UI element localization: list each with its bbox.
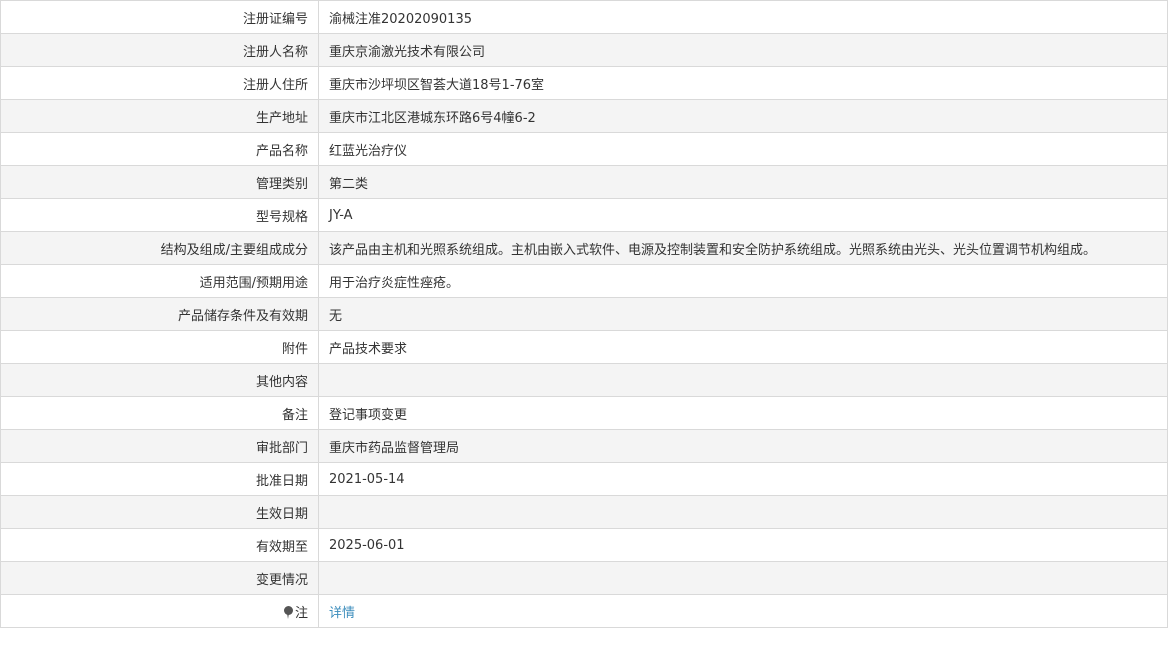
row-change-status: 变更情况 [0, 561, 1168, 595]
field-label: 其他内容 [0, 363, 319, 397]
row-model-spec: 型号规格 JY-A [0, 198, 1168, 232]
details-link[interactable]: 详情 [329, 606, 355, 621]
row-management-class: 管理类别 第二类 [0, 165, 1168, 199]
field-value: JY-A [318, 198, 1168, 232]
field-label: 管理类别 [0, 165, 319, 199]
field-value: 该产品由主机和光照系统组成。主机由嵌入式软件、电源及控制装置和安全防护系统组成。… [318, 231, 1168, 265]
field-label: 注册人名称 [0, 33, 319, 67]
field-label: 产品储存条件及有效期 [0, 297, 319, 331]
field-label: 变更情况 [0, 561, 319, 595]
note-label: 注 [294, 605, 308, 621]
row-approval-date: 批准日期 2021-05-14 [0, 462, 1168, 496]
row-note: 注 详情 [0, 594, 1168, 628]
row-storage-validity: 产品储存条件及有效期 无 [0, 297, 1168, 331]
field-value: 2021-05-14 [318, 462, 1168, 496]
row-production-address: 生产地址 重庆市江北区港城东环路6号4幢6-2 [0, 99, 1168, 133]
field-value: 重庆市药品监督管理局 [318, 429, 1168, 463]
row-effective-date: 生效日期 [0, 495, 1168, 529]
field-label: 注册证编号 [0, 0, 319, 34]
field-value: 用于治疗炎症性痤疮。 [318, 264, 1168, 298]
field-value: 第二类 [318, 165, 1168, 199]
row-registration-number: 注册证编号 渝械注准20202090135 [0, 0, 1168, 34]
row-registrant-name: 注册人名称 重庆京渝激光技术有限公司 [0, 33, 1168, 67]
row-valid-until: 有效期至 2025-06-01 [0, 528, 1168, 562]
field-value: 重庆市江北区港城东环路6号4幢6-2 [318, 99, 1168, 133]
field-value: 产品技术要求 [318, 330, 1168, 364]
row-approval-department: 审批部门 重庆市药品监督管理局 [0, 429, 1168, 463]
row-product-name: 产品名称 红蓝光治疗仪 [0, 132, 1168, 166]
row-attachment: 附件 产品技术要求 [0, 330, 1168, 364]
row-intended-use: 适用范围/预期用途 用于治疗炎症性痤疮。 [0, 264, 1168, 298]
field-value [318, 561, 1168, 595]
field-label: 型号规格 [0, 198, 319, 232]
field-value [318, 363, 1168, 397]
field-value [318, 495, 1168, 529]
field-label: 适用范围/预期用途 [0, 264, 319, 298]
field-label: 产品名称 [0, 132, 319, 166]
registration-detail-table: 注册证编号 渝械注准20202090135 注册人名称 重庆京渝激光技术有限公司… [0, 0, 1168, 628]
field-label: 备注 [0, 396, 319, 430]
note-label-cell: 注 [0, 594, 319, 628]
field-value: 红蓝光治疗仪 [318, 132, 1168, 166]
field-value: 重庆市沙坪坝区智荟大道18号1-76室 [318, 66, 1168, 100]
field-label: 附件 [0, 330, 319, 364]
row-other-content: 其他内容 [0, 363, 1168, 397]
note-value-cell: 详情 [318, 594, 1168, 628]
field-label: 有效期至 [0, 528, 319, 562]
pin-icon [283, 605, 293, 619]
row-remarks: 备注 登记事项变更 [0, 396, 1168, 430]
field-label: 生效日期 [0, 495, 319, 529]
field-value: 2025-06-01 [318, 528, 1168, 562]
field-value: 无 [318, 297, 1168, 331]
field-value: 重庆京渝激光技术有限公司 [318, 33, 1168, 67]
field-label: 审批部门 [0, 429, 319, 463]
field-label: 注册人住所 [0, 66, 319, 100]
row-registrant-address: 注册人住所 重庆市沙坪坝区智荟大道18号1-76室 [0, 66, 1168, 100]
field-label: 结构及组成/主要组成成分 [0, 231, 319, 265]
field-label: 生产地址 [0, 99, 319, 133]
row-structure-composition: 结构及组成/主要组成成分 该产品由主机和光照系统组成。主机由嵌入式软件、电源及控… [0, 231, 1168, 265]
field-value: 渝械注准20202090135 [318, 0, 1168, 34]
field-value: 登记事项变更 [318, 396, 1168, 430]
field-label: 批准日期 [0, 462, 319, 496]
